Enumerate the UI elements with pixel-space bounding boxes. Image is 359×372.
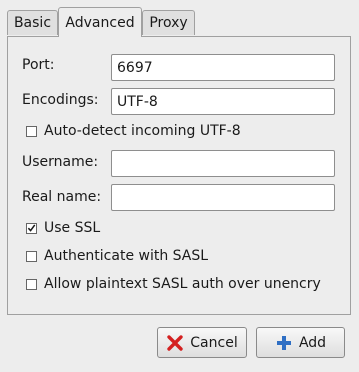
plaintext-sasl-checkbox-box[interactable] [26,278,37,290]
authenticate-sasl-checkbox[interactable]: Authenticate with SASL [26,248,208,264]
authenticate-sasl-label: Authenticate with SASL [44,248,209,264]
real-name-label: Real name: [22,189,102,205]
use-ssl-checkbox-box[interactable] [26,222,37,234]
port-label: Port: [22,57,55,73]
encodings-label: Encodings: [22,92,99,108]
port-field[interactable] [111,54,335,81]
auto-detect-utf8-checkbox[interactable]: Auto-detect incoming UTF-8 [26,123,241,139]
username-field[interactable] [111,150,335,177]
use-ssl-label: Use SSL [44,220,101,236]
use-ssl-checkbox[interactable]: Use SSL [26,220,100,236]
username-label: Username: [22,154,99,170]
form-content: Port: Encodings: Auto-detect incoming UT… [0,0,359,372]
encodings-field[interactable] [111,88,335,115]
auto-detect-label: Auto-detect incoming UTF-8 [44,123,241,139]
plaintext-sasl-checkbox[interactable]: Allow plaintext SASL auth over unencry [26,276,321,292]
authenticate-sasl-checkbox-box[interactable] [26,250,37,262]
plaintext-sasl-label: Allow plaintext SASL auth over unencry [44,276,321,292]
auto-detect-checkbox-box[interactable] [26,125,37,137]
real-name-field[interactable] [111,184,335,211]
checkmark-icon [27,224,36,232]
